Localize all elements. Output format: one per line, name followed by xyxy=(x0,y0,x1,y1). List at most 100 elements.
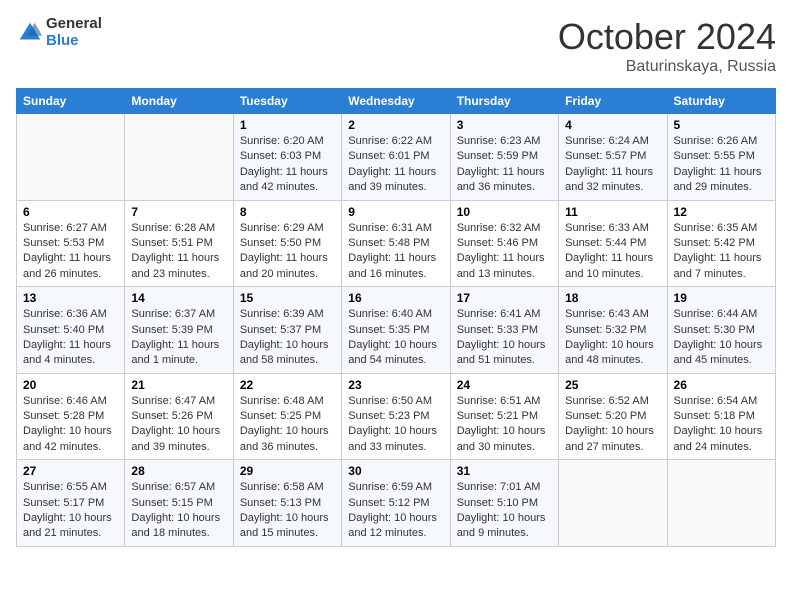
weekday-header-tuesday: Tuesday xyxy=(233,89,341,114)
day-number: 22 xyxy=(240,378,335,392)
day-number: 29 xyxy=(240,464,335,478)
calendar-cell: 29 Sunrise: 6:58 AMSunset: 5:13 PMDayligh… xyxy=(233,460,341,547)
weekday-header-monday: Monday xyxy=(125,89,233,114)
logo-icon xyxy=(16,19,44,47)
day-number: 3 xyxy=(457,118,552,132)
calendar-cell xyxy=(559,460,667,547)
calendar-cell: 17 Sunrise: 6:41 AMSunset: 5:33 PMDayligh… xyxy=(450,287,558,374)
calendar-cell: 22 Sunrise: 6:48 AMSunset: 5:25 PMDayligh… xyxy=(233,373,341,460)
logo-blue: Blue xyxy=(46,32,79,49)
calendar-cell: 2 Sunrise: 6:22 AMSunset: 6:01 PMDaylight… xyxy=(342,114,450,201)
weekday-header-saturday: Saturday xyxy=(667,89,775,114)
calendar-cell: 27Sunrise: 6:55 AMSunset: 5:17 PMDayligh… xyxy=(17,460,125,547)
day-number: 26 xyxy=(674,378,769,392)
weekday-header-wednesday: Wednesday xyxy=(342,89,450,114)
day-content: Sunrise: 6:23 AMSunset: 5:59 PMDaylight:… xyxy=(457,134,552,196)
weekday-header-thursday: Thursday xyxy=(450,89,558,114)
logo-general: General xyxy=(46,15,102,32)
day-content: Sunrise: 6:55 AMSunset: 5:17 PMDaylight:… xyxy=(23,480,118,542)
calendar-cell: 19 Sunrise: 6:44 AMSunset: 5:30 PMDayligh… xyxy=(667,287,775,374)
week-row-1: 1 Sunrise: 6:20 AMSunset: 6:03 PMDaylight… xyxy=(17,114,776,201)
day-number: 15 xyxy=(240,291,335,305)
day-content: Sunrise: 6:36 AMSunset: 5:40 PMDaylight:… xyxy=(23,307,118,369)
calendar-cell: 4Sunrise: 6:24 AMSunset: 5:57 PMDaylight… xyxy=(559,114,667,201)
day-content: Sunrise: 6:48 AMSunset: 5:25 PMDaylight:… xyxy=(240,394,335,456)
day-number: 11 xyxy=(565,205,660,219)
calendar-cell: 5 Sunrise: 6:26 AMSunset: 5:55 PMDaylight… xyxy=(667,114,775,201)
day-content: Sunrise: 6:51 AMSunset: 5:21 PMDaylight:… xyxy=(457,394,552,456)
calendar-cell: 25 Sunrise: 6:52 AMSunset: 5:20 PMDayligh… xyxy=(559,373,667,460)
calendar-cell: 28 Sunrise: 6:57 AMSunset: 5:15 PMDayligh… xyxy=(125,460,233,547)
title-block: October 2024 Baturinskaya, Russia xyxy=(558,16,776,76)
day-content: Sunrise: 6:58 AMSunset: 5:13 PMDaylight:… xyxy=(240,480,335,542)
day-number: 21 xyxy=(131,378,226,392)
day-content: Sunrise: 6:37 AMSunset: 5:39 PMDaylight:… xyxy=(131,307,226,369)
day-number: 1 xyxy=(240,118,335,132)
calendar-cell: 14 Sunrise: 6:37 AMSunset: 5:39 PMDayligh… xyxy=(125,287,233,374)
day-number: 8 xyxy=(240,205,335,219)
calendar-cell: 3 Sunrise: 6:23 AMSunset: 5:59 PMDaylight… xyxy=(450,114,558,201)
day-number: 2 xyxy=(348,118,443,132)
calendar-cell: 1 Sunrise: 6:20 AMSunset: 6:03 PMDaylight… xyxy=(233,114,341,201)
day-content: Sunrise: 6:28 AMSunset: 5:51 PMDaylight:… xyxy=(131,221,226,283)
day-content: Sunrise: 6:27 AMSunset: 5:53 PMDaylight:… xyxy=(23,221,118,283)
calendar-cell: 30Sunrise: 6:59 AMSunset: 5:12 PMDayligh… xyxy=(342,460,450,547)
day-content: Sunrise: 6:43 AMSunset: 5:32 PMDaylight:… xyxy=(565,307,660,369)
calendar-cell: 6 Sunrise: 6:27 AMSunset: 5:53 PMDaylight… xyxy=(17,200,125,287)
weekday-header-row: SundayMondayTuesdayWednesdayThursdayFrid… xyxy=(17,89,776,114)
calendar-cell: 24 Sunrise: 6:51 AMSunset: 5:21 PMDayligh… xyxy=(450,373,558,460)
day-content: Sunrise: 6:33 AMSunset: 5:44 PMDaylight:… xyxy=(565,221,660,283)
calendar-cell: 26Sunrise: 6:54 AMSunset: 5:18 PMDayligh… xyxy=(667,373,775,460)
day-content: Sunrise: 6:22 AMSunset: 6:01 PMDaylight:… xyxy=(348,134,443,196)
weekday-header-sunday: Sunday xyxy=(17,89,125,114)
day-number: 31 xyxy=(457,464,552,478)
calendar-cell xyxy=(17,114,125,201)
day-content: Sunrise: 6:24 AMSunset: 5:57 PMDaylight:… xyxy=(565,134,660,196)
week-row-3: 13 Sunrise: 6:36 AMSunset: 5:40 PMDayligh… xyxy=(17,287,776,374)
location: Baturinskaya, Russia xyxy=(558,58,776,76)
day-content: Sunrise: 6:32 AMSunset: 5:46 PMDaylight:… xyxy=(457,221,552,283)
day-number: 5 xyxy=(674,118,769,132)
day-number: 10 xyxy=(457,205,552,219)
calendar-cell xyxy=(667,460,775,547)
day-content: Sunrise: 6:52 AMSunset: 5:20 PMDaylight:… xyxy=(565,394,660,456)
calendar-cell: 18 Sunrise: 6:43 AMSunset: 5:32 PMDayligh… xyxy=(559,287,667,374)
day-number: 16 xyxy=(348,291,443,305)
calendar-cell: 23Sunrise: 6:50 AMSunset: 5:23 PMDayligh… xyxy=(342,373,450,460)
day-number: 7 xyxy=(131,205,226,219)
day-number: 12 xyxy=(674,205,769,219)
day-content: Sunrise: 6:20 AMSunset: 6:03 PMDaylight:… xyxy=(240,134,335,196)
day-number: 30 xyxy=(348,464,443,478)
day-number: 18 xyxy=(565,291,660,305)
week-row-5: 27Sunrise: 6:55 AMSunset: 5:17 PMDayligh… xyxy=(17,460,776,547)
day-number: 17 xyxy=(457,291,552,305)
calendar-cell: 12 Sunrise: 6:35 AMSunset: 5:42 PMDayligh… xyxy=(667,200,775,287)
calendar-cell: 21Sunrise: 6:47 AMSunset: 5:26 PMDayligh… xyxy=(125,373,233,460)
day-number: 14 xyxy=(131,291,226,305)
week-row-2: 6 Sunrise: 6:27 AMSunset: 5:53 PMDaylight… xyxy=(17,200,776,287)
calendar-cell: 7 Sunrise: 6:28 AMSunset: 5:51 PMDaylight… xyxy=(125,200,233,287)
weekday-header-friday: Friday xyxy=(559,89,667,114)
day-number: 19 xyxy=(674,291,769,305)
page-header: General Blue October 2024 Baturinskaya, … xyxy=(16,16,776,76)
calendar-table: SundayMondayTuesdayWednesdayThursdayFrid… xyxy=(16,88,776,547)
day-number: 25 xyxy=(565,378,660,392)
calendar-cell: 20 Sunrise: 6:46 AMSunset: 5:28 PMDayligh… xyxy=(17,373,125,460)
day-content: Sunrise: 6:31 AMSunset: 5:48 PMDaylight:… xyxy=(348,221,443,283)
day-number: 13 xyxy=(23,291,118,305)
day-number: 28 xyxy=(131,464,226,478)
day-content: Sunrise: 7:01 AMSunset: 5:10 PMDaylight:… xyxy=(457,480,552,542)
day-number: 24 xyxy=(457,378,552,392)
day-content: Sunrise: 6:29 AMSunset: 5:50 PMDaylight:… xyxy=(240,221,335,283)
day-number: 20 xyxy=(23,378,118,392)
day-content: Sunrise: 6:57 AMSunset: 5:15 PMDaylight:… xyxy=(131,480,226,542)
calendar-cell: 31 Sunrise: 7:01 AMSunset: 5:10 PMDayligh… xyxy=(450,460,558,547)
calendar-cell: 9Sunrise: 6:31 AMSunset: 5:48 PMDaylight… xyxy=(342,200,450,287)
day-content: Sunrise: 6:44 AMSunset: 5:30 PMDaylight:… xyxy=(674,307,769,369)
day-content: Sunrise: 6:41 AMSunset: 5:33 PMDaylight:… xyxy=(457,307,552,369)
day-content: Sunrise: 6:35 AMSunset: 5:42 PMDaylight:… xyxy=(674,221,769,283)
day-content: Sunrise: 6:46 AMSunset: 5:28 PMDaylight:… xyxy=(23,394,118,456)
day-content: Sunrise: 6:26 AMSunset: 5:55 PMDaylight:… xyxy=(674,134,769,196)
day-number: 6 xyxy=(23,205,118,219)
calendar-cell xyxy=(125,114,233,201)
